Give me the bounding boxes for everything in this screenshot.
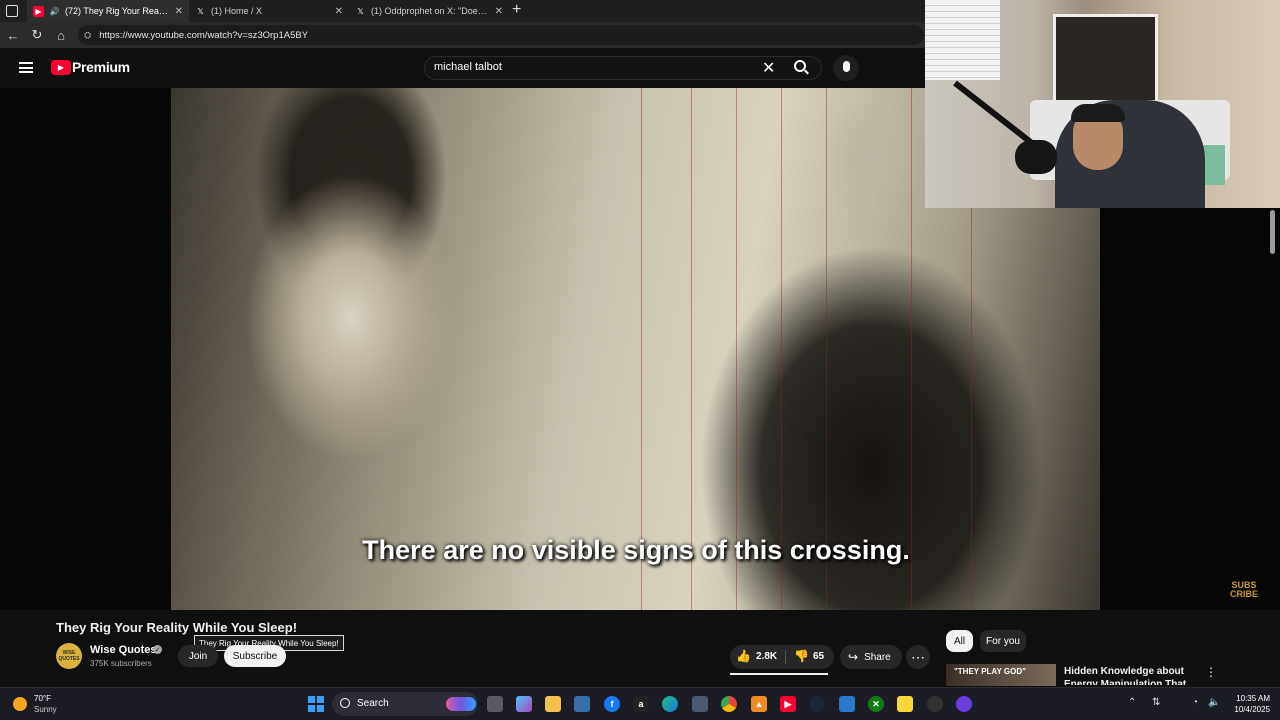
like-button[interactable]: 👍: [736, 649, 751, 663]
youtube-app-icon[interactable]: ▶: [780, 696, 796, 712]
tab-title: (72) They Rig Your Reality W: [65, 6, 169, 16]
speaker-icon[interactable]: 🔊: [49, 6, 60, 17]
window-menu-icon[interactable]: [6, 5, 18, 17]
copilot-icon[interactable]: [516, 696, 532, 712]
subscriber-count: 375K subscribers: [90, 659, 152, 668]
url-text: https://www.youtube.com/watch?v=sz3Orp1A…: [99, 29, 309, 41]
brand-label: Premium: [72, 59, 130, 75]
recommended-thumbnail[interactable]: "THEY PLAY GOD": [946, 664, 1056, 686]
obs-icon[interactable]: [927, 696, 943, 712]
calculator-icon[interactable]: [692, 696, 708, 712]
network-icon[interactable]: ⇅: [1152, 697, 1160, 708]
tab-title: (1) Home / X: [211, 6, 263, 16]
browser-tab-strip: ▶ 🔊 (72) They Rig Your Reality W ✕ 𝕏 (1)…: [0, 0, 925, 22]
steam-icon[interactable]: [809, 696, 825, 712]
facebook-icon[interactable]: f: [604, 696, 620, 712]
show-hidden-icons-icon[interactable]: ⌃: [1128, 697, 1136, 708]
x-logo-icon: 𝕏: [197, 6, 204, 16]
home-icon[interactable]: ⌂: [52, 26, 70, 44]
tab-x-home[interactable]: 𝕏 (1) Home / X ✕: [189, 0, 349, 22]
page-scrollbar[interactable]: [1270, 210, 1275, 254]
video-subtitle: There are no visible signs of this cross…: [362, 535, 910, 565]
weather-condition[interactable]: Sunny: [34, 705, 57, 714]
back-arrow-icon[interactable]: ←: [4, 26, 22, 44]
channel-name[interactable]: Wise Quotes: [90, 644, 157, 656]
store-icon[interactable]: [574, 696, 590, 712]
amazon-icon[interactable]: a: [633, 696, 649, 712]
file-explorer-icon[interactable]: [545, 696, 561, 712]
reload-icon[interactable]: ↻: [28, 26, 46, 44]
tab-x-post[interactable]: 𝕏 (1) Oddprophet on X: "Does @dj ✕: [349, 0, 509, 22]
share-label: Share: [864, 651, 891, 663]
recommended-title[interactable]: Hidden Knowledge about Energy Manipulati…: [1064, 665, 1199, 685]
vlc-icon[interactable]: ▲: [751, 696, 767, 712]
close-tab-icon[interactable]: ✕: [175, 6, 183, 17]
webcam-overlay: [925, 0, 1280, 208]
task-view-icon[interactable]: [487, 696, 503, 712]
site-info-icon[interactable]: ⛭: [84, 30, 91, 41]
like-divider: [785, 650, 786, 664]
edge-icon[interactable]: [662, 696, 678, 712]
search-input[interactable]: michael talbot: [434, 61, 502, 73]
new-tab-button[interactable]: +: [512, 1, 521, 19]
close-tab-icon[interactable]: ✕: [495, 6, 503, 17]
taskbar-search-icon: [340, 698, 350, 708]
wifi-icon[interactable]: ◔: [1192, 697, 1198, 708]
subscribe-button[interactable]: Subscribe: [224, 645, 286, 667]
tab-youtube[interactable]: ▶ 🔊 (72) They Rig Your Reality W ✕: [27, 0, 189, 22]
system-clock[interactable]: 10:35 AM 10/4/2025: [1224, 693, 1270, 715]
tab-title: (1) Oddprophet on X: "Does @dj: [371, 6, 489, 16]
chip-for-you[interactable]: For you: [980, 630, 1026, 652]
streamer-hair: [1071, 104, 1125, 122]
youtube-favicon-icon: ▶: [33, 5, 44, 17]
url-bar[interactable]: ⛭ https://www.youtube.com/watch?v=sz3Orp…: [78, 25, 924, 45]
clear-search-icon[interactable]: ✕: [762, 58, 775, 78]
clock-date: 10/4/2025: [1234, 705, 1270, 714]
like-count: 2.8K: [756, 651, 778, 662]
chrome-icon[interactable]: [721, 696, 737, 712]
share-arrow-icon: ↪: [848, 650, 859, 664]
join-button[interactable]: Join: [178, 645, 218, 667]
verified-check-icon: ✓: [153, 645, 162, 654]
like-ratio-bar: [730, 673, 828, 675]
search-highlight-icon: [446, 697, 476, 711]
weather-sun-icon[interactable]: [13, 697, 27, 711]
sticky-notes-icon[interactable]: [897, 696, 913, 712]
xbox-icon[interactable]: ✕: [868, 696, 884, 712]
microphone-icon: [843, 61, 850, 72]
window-blinds: [925, 0, 1000, 80]
channel-avatar[interactable]: WISE QUOTES: [56, 643, 82, 669]
app-blue-icon[interactable]: [839, 696, 855, 712]
weather-temperature[interactable]: 70°F: [34, 694, 51, 703]
subscribe-watermark[interactable]: SUBS CRIBE: [1230, 581, 1258, 599]
recommended-more-icon[interactable]: ⋮: [1205, 665, 1217, 679]
youtube-logo-icon[interactable]: ▶: [51, 60, 71, 75]
hamburger-menu-icon[interactable]: [19, 62, 33, 73]
dislike-button[interactable]: 👎: [794, 649, 809, 663]
close-tab-icon[interactable]: ✕: [335, 6, 343, 17]
app-circle-icon[interactable]: [956, 696, 972, 712]
share-button[interactable]: ↪ Share: [840, 645, 902, 669]
start-button[interactable]: [308, 696, 324, 712]
closet-door: [1053, 14, 1158, 114]
clock-time: 10:35 AM: [1236, 694, 1270, 703]
address-row: ← ↻ ⌂ ⛭ https://www.youtube.com/watch?v=…: [0, 22, 925, 48]
dislike-count: 65: [813, 651, 825, 662]
volume-icon[interactable]: 🔈: [1208, 697, 1220, 708]
video-title: They Rig Your Reality While You Sleep!: [56, 620, 298, 635]
chip-all[interactable]: All: [946, 630, 973, 652]
microphone: [1015, 140, 1057, 174]
more-actions-button[interactable]: ⋯: [906, 645, 930, 669]
x-logo-icon: 𝕏: [357, 6, 364, 16]
taskbar-search-label: Search: [357, 698, 389, 709]
